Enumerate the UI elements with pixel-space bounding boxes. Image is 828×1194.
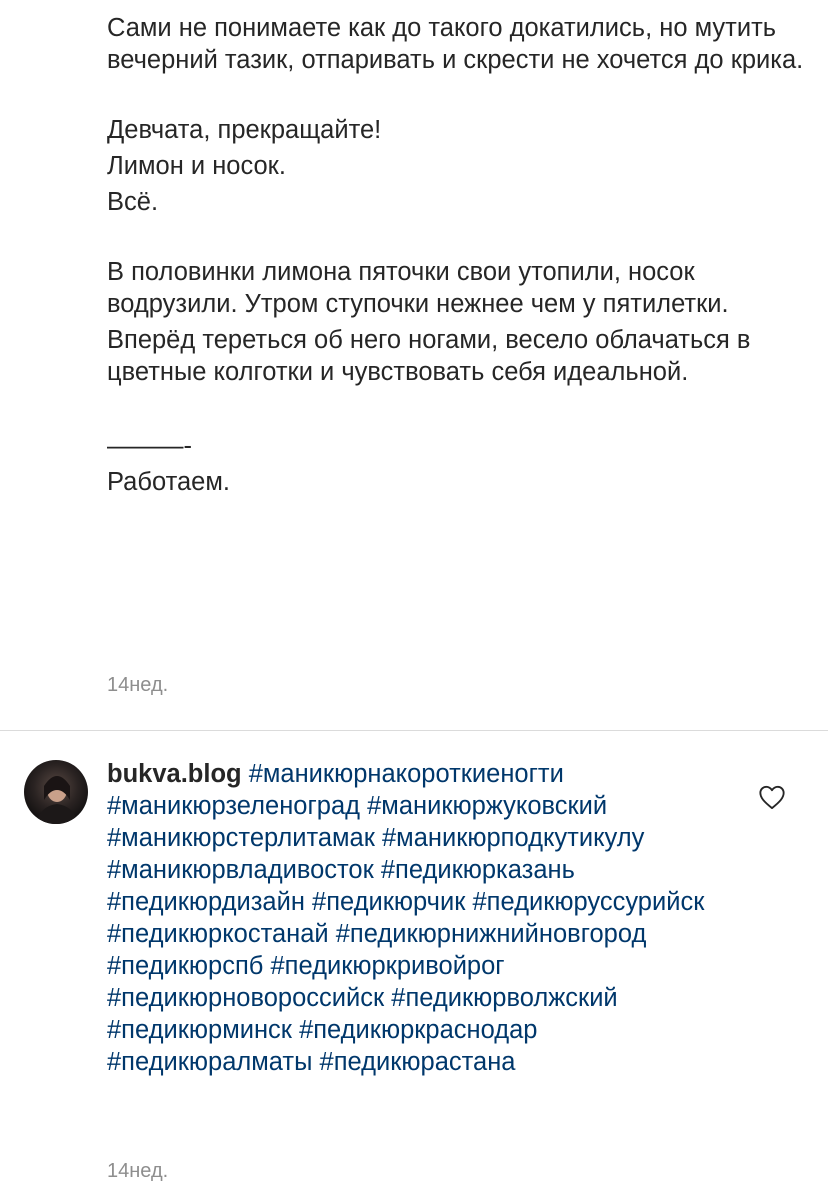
hashtag-link[interactable]: #педикюрминск bbox=[107, 1016, 292, 1044]
hashtag-link[interactable]: #педикюрволжский bbox=[391, 984, 617, 1012]
hashtag-link[interactable]: #маникюрподкутикулу bbox=[382, 824, 644, 852]
heart-icon[interactable] bbox=[758, 784, 786, 810]
comment-username[interactable]: bukva.blog bbox=[107, 760, 242, 788]
comment-text: bukva.blog #маникюрнакороткиеногти #мани… bbox=[107, 758, 747, 1078]
hashtag-link[interactable]: #педикюрчик bbox=[312, 888, 465, 916]
hashtag-link[interactable]: #маникюржуковский bbox=[367, 792, 607, 820]
caption-paragraph: Сами не понимаете как до такого докатили… bbox=[107, 14, 804, 74]
caption-paragraph: В половинки лимона пяточки свои утопили,… bbox=[107, 258, 729, 318]
avatar-photo bbox=[36, 776, 78, 824]
hashtag-link[interactable]: #педикюркостанай bbox=[107, 920, 329, 948]
divider bbox=[0, 730, 828, 731]
hashtag-link[interactable]: #педикюрдизайн bbox=[107, 888, 305, 916]
post-timestamp[interactable]: 14нед. bbox=[107, 674, 168, 697]
post-caption: Сами не понимаете как до такого докатили… bbox=[107, 12, 807, 498]
hashtag-link[interactable]: #педикюрнижнийновгород bbox=[336, 920, 647, 948]
hashtag-link[interactable]: #педикюралматы bbox=[107, 1048, 312, 1076]
caption-closing: Работаем. bbox=[107, 468, 230, 496]
caption-dashes: ———- bbox=[107, 432, 192, 460]
hashtag-link[interactable]: #маникюрстерлитамак bbox=[107, 824, 375, 852]
caption-line: Всё. bbox=[107, 188, 159, 216]
hashtag-link[interactable]: #педикюрновороссийск bbox=[107, 984, 384, 1012]
hashtag-list: #маникюрнакороткиеногти #маникюрзеленогр… bbox=[107, 760, 704, 1076]
hashtag-link[interactable]: #маникюрзеленоград bbox=[107, 792, 360, 820]
caption-paragraph: Вперёд тереться об него ногами, весело о… bbox=[107, 326, 751, 386]
hashtag-link[interactable]: #педикюркривойрог bbox=[270, 952, 504, 980]
caption-line: Лимон и носок. bbox=[107, 152, 286, 180]
hashtag-link[interactable]: #педикюрастана bbox=[320, 1048, 516, 1076]
hashtag-link[interactable]: #педикюрспб bbox=[107, 952, 263, 980]
hashtag-link[interactable]: #педикюркраснодар bbox=[299, 1016, 537, 1044]
comment-timestamp[interactable]: 14нед. bbox=[107, 1160, 168, 1183]
hashtag-link[interactable]: #педикюрказань bbox=[381, 856, 575, 884]
avatar[interactable] bbox=[24, 760, 88, 824]
hashtag-link[interactable]: #маникюрнакороткиеногти bbox=[249, 760, 564, 788]
hashtag-link[interactable]: #маникюрвладивосток bbox=[107, 856, 374, 884]
hashtag-link[interactable]: #педикюруссурийск bbox=[472, 888, 704, 916]
caption-line: Девчата, прекращайте! bbox=[107, 116, 382, 144]
